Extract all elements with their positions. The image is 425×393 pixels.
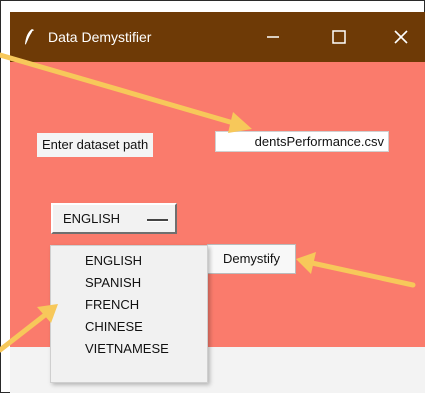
language-dropdown[interactable]: ENGLISH: [51, 203, 177, 234]
language-selected-value: ENGLISH: [63, 211, 121, 226]
dropdown-indicator-icon: [147, 219, 168, 222]
language-menu-item-french[interactable]: FRENCH: [85, 295, 203, 315]
dataset-path-input[interactable]: dentsPerformance.csv: [215, 131, 389, 152]
screenshot-page: Data Demystifier Enter dataset path dent…: [0, 0, 425, 393]
language-menu: ENGLISH SPANISH FRENCH CHINESE VIETNAMES…: [50, 245, 208, 383]
demystify-button-label: Demystify: [222, 251, 281, 266]
window-title: Data Demystifier: [48, 29, 152, 45]
close-icon[interactable]: [388, 25, 414, 49]
feather-icon: [25, 29, 34, 46]
dataset-path-value: dentsPerformance.csv: [254, 134, 384, 149]
window-titlebar[interactable]: Data Demystifier: [10, 12, 425, 62]
language-menu-item-vietnamese[interactable]: VIETNAMESE: [85, 339, 203, 359]
minimize-icon[interactable]: [260, 25, 286, 49]
language-menu-item-chinese[interactable]: CHINESE: [85, 317, 203, 337]
language-menu-item-spanish[interactable]: SPANISH: [85, 273, 203, 293]
demystify-button[interactable]: Demystify: [207, 244, 296, 274]
dataset-path-label: Enter dataset path: [37, 133, 154, 157]
maximize-icon[interactable]: [326, 25, 352, 49]
language-menu-item-english[interactable]: ENGLISH: [85, 251, 203, 271]
